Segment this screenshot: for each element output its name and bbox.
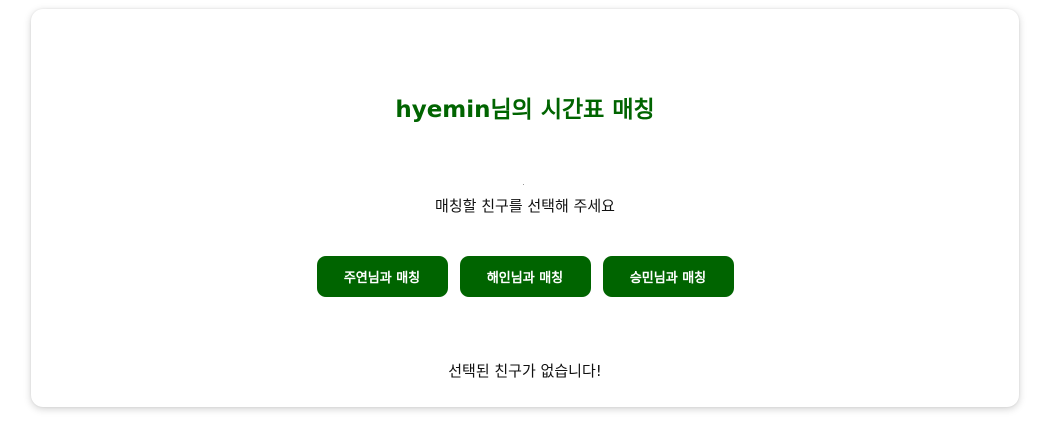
match-friend-button-1[interactable]: 주연님과 매칭 <box>316 256 448 297</box>
friend-button-group: 주연님과 매칭 해인님과 매칭 승민님과 매칭 <box>31 256 1019 297</box>
match-friend-button-3[interactable]: 승민님과 매칭 <box>602 256 734 297</box>
match-friend-button-2[interactable]: 해인님과 매칭 <box>459 256 591 297</box>
instruction-text: 매칭할 친구를 선택해 주세요 <box>435 197 615 215</box>
page-title: hyemin님의 시간표 매칭 <box>395 97 655 123</box>
matching-card: hyemin님의 시간표 매칭 매칭할 친구를 선택해 주세요 주연님과 매칭 … <box>31 9 1019 407</box>
decorative-dot <box>523 184 524 185</box>
selection-status-text: 선택된 친구가 없습니다! <box>448 362 602 380</box>
